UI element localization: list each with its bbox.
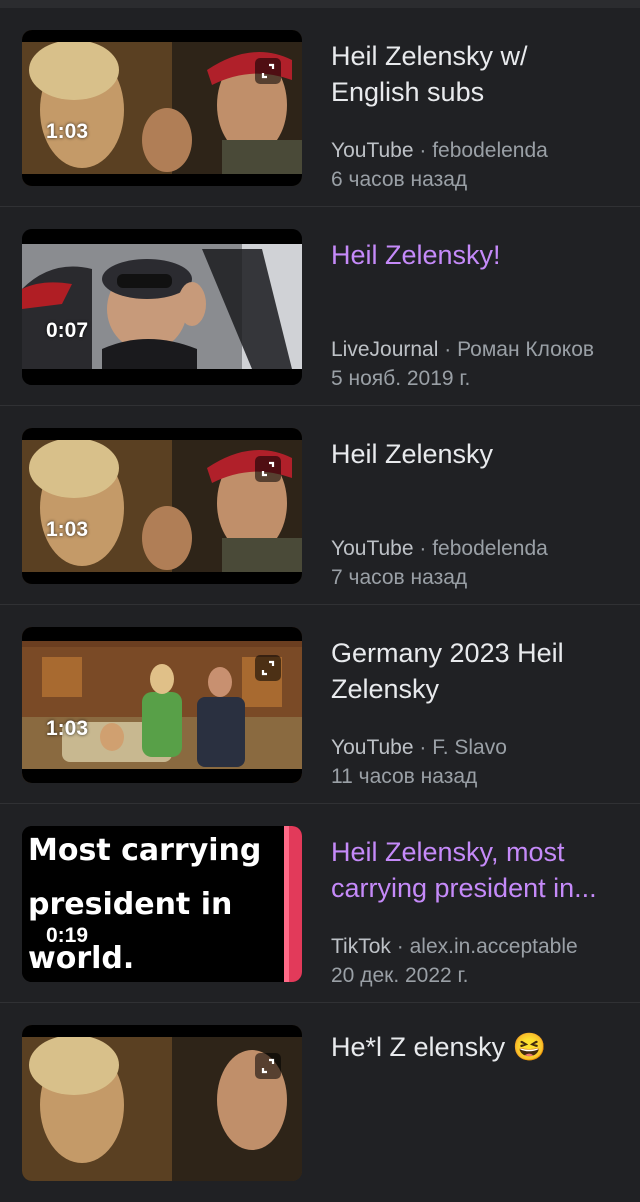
video-result-3[interactable]: 1:03 Germany 2023 Heil Zelensky YouTube … bbox=[0, 605, 640, 804]
result-date: 5 нояб. 2019 г. bbox=[331, 367, 471, 390]
video-result-0[interactable]: 1:03 Heil Zelensky w/ English subs YouTu… bbox=[0, 8, 640, 207]
result-source: TikTok · alex.in.acceptable bbox=[331, 935, 631, 959]
author-name: Роман Клоков bbox=[457, 338, 595, 361]
expand-icon[interactable] bbox=[255, 456, 281, 482]
expand-icon[interactable] bbox=[255, 1053, 281, 1079]
result-date: 7 часов назад bbox=[331, 566, 468, 589]
author-name: febodelenda bbox=[432, 139, 548, 162]
source-name: YouTube bbox=[331, 736, 414, 759]
source-name: YouTube bbox=[331, 537, 414, 560]
result-source: YouTube · febodelenda bbox=[331, 537, 631, 561]
separator: · bbox=[444, 338, 452, 361]
source-name: YouTube bbox=[331, 139, 414, 162]
separator: · bbox=[396, 935, 404, 958]
video-thumbnail[interactable] bbox=[22, 1025, 302, 1181]
result-source: YouTube · F. Slavo bbox=[331, 736, 631, 760]
result-title[interactable]: Heil Zelensky, most carrying president i… bbox=[331, 834, 621, 906]
video-duration: 1:03 bbox=[46, 717, 89, 740]
result-title[interactable]: Heil Zelensky w/ English subs bbox=[331, 38, 621, 110]
result-source: LiveJournal · Роман Клоков bbox=[331, 338, 631, 362]
expand-icon[interactable] bbox=[255, 58, 281, 84]
result-date: 11 часов назад bbox=[331, 765, 478, 788]
author-name: F. Slavo bbox=[432, 736, 507, 759]
video-thumbnail[interactable] bbox=[22, 229, 302, 385]
video-thumbnail[interactable]: Most carrying president in world. bbox=[22, 826, 302, 982]
video-thumbnail[interactable] bbox=[22, 428, 302, 584]
result-date: 20 дек. 2022 г. bbox=[331, 964, 469, 987]
video-duration: 0:19 bbox=[46, 924, 89, 947]
source-name: TikTok bbox=[331, 935, 391, 958]
result-title[interactable]: He*l Z elensky 😆 bbox=[331, 1029, 621, 1065]
video-duration: 1:03 bbox=[46, 518, 89, 541]
video-result-2[interactable]: 1:03 Heil Zelensky YouTube · febodelenda… bbox=[0, 406, 640, 605]
separator: · bbox=[419, 537, 427, 560]
separator: · bbox=[419, 139, 427, 162]
result-title[interactable]: Heil Zelensky! bbox=[331, 237, 621, 273]
result-title[interactable]: Heil Zelensky bbox=[331, 436, 621, 472]
video-thumbnail[interactable] bbox=[22, 627, 302, 783]
source-name: LiveJournal bbox=[331, 338, 439, 361]
thumbnail-text-line-2: president in bbox=[28, 887, 232, 922]
author-name: febodelenda bbox=[432, 537, 548, 560]
separator: · bbox=[419, 736, 427, 759]
result-date: 6 часов назад bbox=[331, 168, 468, 191]
video-result-1[interactable]: 0:07 Heil Zelensky! LiveJournal · Роман … bbox=[0, 207, 640, 406]
result-title[interactable]: Germany 2023 Heil Zelensky bbox=[331, 635, 621, 707]
video-result-5[interactable]: He*l Z elensky 😆 bbox=[0, 1003, 640, 1202]
video-duration: 1:03 bbox=[46, 120, 89, 143]
video-thumbnail[interactable] bbox=[22, 30, 302, 186]
top-bar bbox=[0, 0, 640, 8]
expand-icon[interactable] bbox=[255, 655, 281, 681]
author-name: alex.in.acceptable bbox=[409, 935, 578, 958]
video-duration: 0:07 bbox=[46, 319, 89, 342]
result-source: YouTube · febodelenda bbox=[331, 139, 631, 163]
video-result-4[interactable]: Most carrying president in world. 0:19 H… bbox=[0, 804, 640, 1003]
thumbnail-text-line-1: Most carrying bbox=[28, 833, 261, 868]
